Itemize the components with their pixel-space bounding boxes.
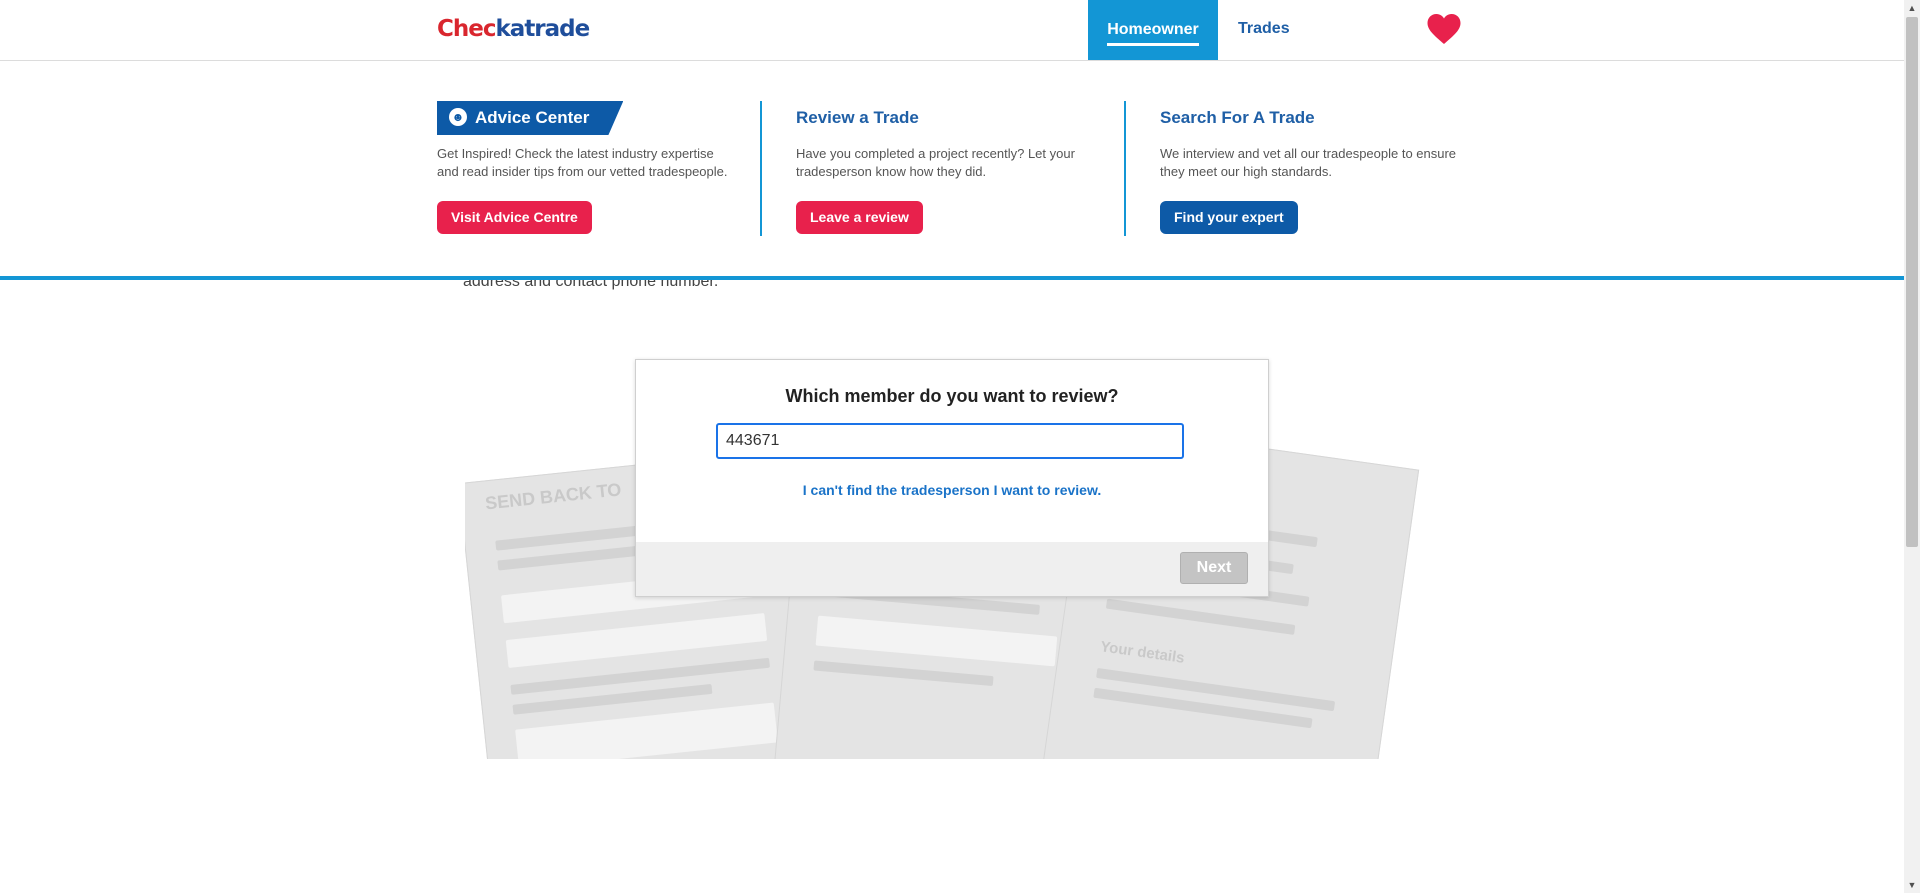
advice-text: Get Inspired! Check the latest industry … [437,146,728,179]
search-column: Search For A Trade We interview and vet … [1160,101,1460,234]
modal-footer: Next [636,542,1268,596]
review-member-modal: Which member do you want to review? I ca… [635,359,1269,597]
advice-center-title: Advice Center [475,108,590,127]
homeowner-dropdown: ☻ Advice Center Get Inspired! Check the … [0,61,1904,280]
review-column: Review a Trade Have you completed a proj… [796,101,1096,234]
next-button[interactable]: Next [1180,552,1248,584]
nav-homeowner-label: Homeowner [1107,21,1199,46]
nav-trades[interactable]: Trades [1238,20,1290,38]
leave-review-button[interactable]: Leave a review [796,201,923,234]
scroll-thumb[interactable] [1906,17,1918,547]
scroll-up-icon[interactable]: ▲ [1904,0,1920,16]
search-title[interactable]: Search For A Trade [1160,101,1460,135]
scroll-down-icon[interactable]: ▼ [1904,877,1920,893]
vertical-scrollbar[interactable]: ▲ ▼ [1904,0,1920,893]
review-title[interactable]: Review a Trade [796,101,1096,135]
logo-part-2: katrade [495,16,591,42]
site-header: Checkatrade Homeowner Trades [0,0,1904,61]
checkatrade-logo[interactable]: Checkatrade [437,16,591,42]
column-divider [1124,101,1126,236]
person-icon: ☻ [449,108,467,126]
heart-icon[interactable] [1426,12,1462,46]
find-expert-button[interactable]: Find your expert [1160,201,1298,234]
search-text: We interview and vet all our tradespeopl… [1160,146,1457,179]
cant-find-tradesperson-link[interactable]: I can't find the tradesperson I want to … [636,482,1268,498]
review-text: Have you completed a project recently? L… [796,146,1075,179]
visit-advice-centre-button[interactable]: Visit Advice Centre [437,201,592,234]
modal-title: Which member do you want to review? [785,386,1119,406]
column-divider [760,101,762,236]
advice-center-tag: ☻ Advice Center [437,101,624,135]
advice-column: ☻ Advice Center Get Inspired! Check the … [437,101,737,234]
logo-part-1: Chec [437,16,496,42]
member-search-input[interactable] [716,423,1184,459]
nav-homeowner[interactable]: Homeowner [1088,0,1218,60]
